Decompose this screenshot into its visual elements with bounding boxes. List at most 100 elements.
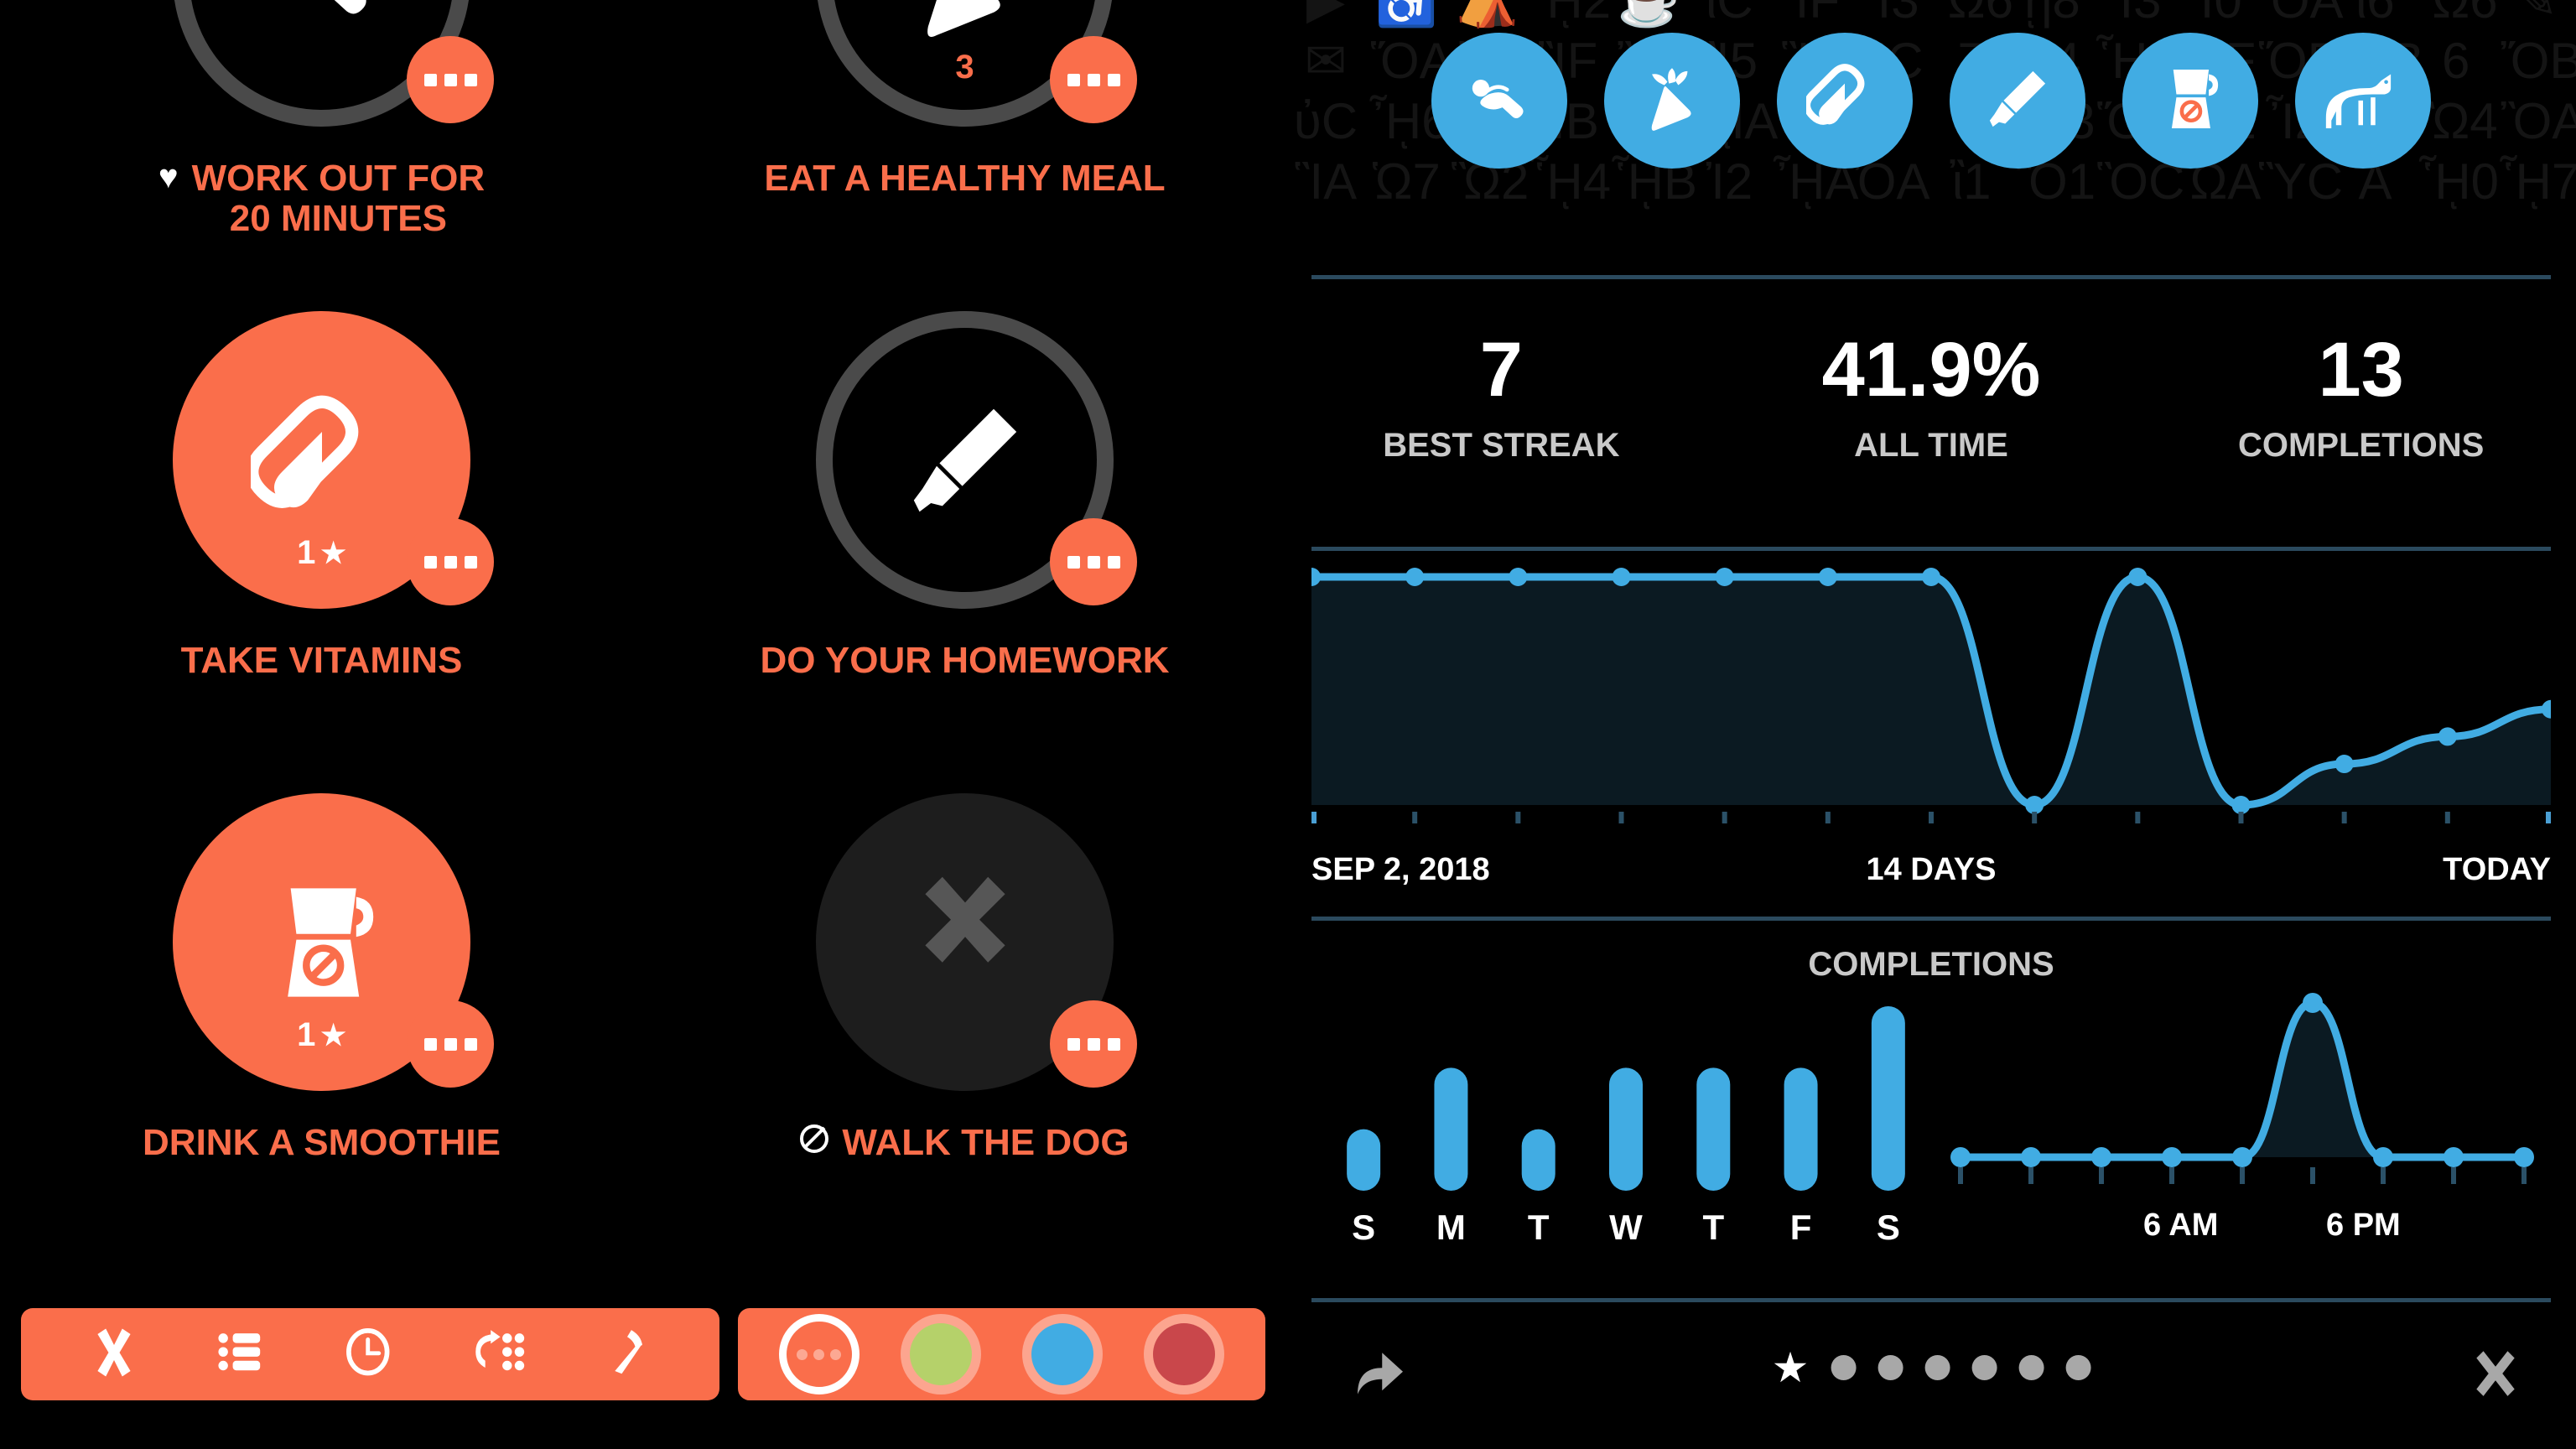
habit-card[interactable]: 1 ★ DRINK A SMOOTHIE <box>0 771 643 1254</box>
chart-point <box>2514 1147 2534 1167</box>
habit-options-button[interactable] <box>407 1000 494 1088</box>
habit-card[interactable]: 1 ★ TAKE VITAMINS <box>0 289 643 771</box>
stat-value: 7 <box>1286 331 1716 408</box>
weekday-label: W <box>1582 1208 1670 1248</box>
streak-history-axis-labels: SEP 2, 2018 14 DAYS TODAY <box>1311 852 2551 888</box>
chart-point <box>2303 993 2323 1013</box>
share-arrow-icon[interactable] <box>1347 1340 1414 1407</box>
bar <box>1696 1067 1730 1191</box>
color-swatch-green[interactable] <box>901 1314 981 1394</box>
chart-point <box>1819 568 1837 586</box>
stat-label: ALL TIME <box>1716 427 2147 465</box>
list-button[interactable] <box>204 1316 281 1393</box>
habit-options-button[interactable] <box>1050 1000 1137 1088</box>
stats-row: 7 BEST STREAK 41.9% ALL TIME 13 COMPLETIONS <box>1286 331 2576 465</box>
habit-star-count: 1 <box>297 534 315 572</box>
hammer-button[interactable] <box>589 1316 666 1393</box>
color-swatch-blue[interactable] <box>1022 1314 1103 1394</box>
clock-button[interactable] <box>332 1316 409 1393</box>
habit-options-button[interactable] <box>1050 36 1137 123</box>
habit-card[interactable]: 3 EAT A HEALTHY MEAL <box>643 0 1286 289</box>
page-indicator[interactable]: ★ <box>1772 1347 2091 1389</box>
axis-tick <box>1412 812 1417 823</box>
divider-top <box>1311 275 2551 279</box>
icon-picker-carrot[interactable] <box>1604 33 1740 169</box>
chart-line <box>1961 1003 2524 1157</box>
color-swatch-red[interactable] <box>1144 1314 1224 1394</box>
habit-options-button[interactable] <box>1050 518 1137 605</box>
habit-label: DRINK A SMOOTHIE <box>143 1123 501 1163</box>
habit-label-line1: DO YOUR HOMEWORK <box>760 641 1169 681</box>
weekday-label: T <box>1670 1208 1757 1248</box>
dog-icon <box>2324 60 2402 142</box>
bar <box>1872 1006 1905 1191</box>
axis-tick <box>1311 812 1317 823</box>
page-dot[interactable] <box>2018 1355 2044 1380</box>
pill-icon <box>1806 60 1883 142</box>
habit-card[interactable]: DO YOUR HOMEWORK <box>643 289 1286 771</box>
icon-picker-highlighter[interactable] <box>1950 33 2085 169</box>
blender-icon <box>2152 60 2229 142</box>
chart-point <box>2162 1147 2182 1167</box>
repeat-button[interactable] <box>460 1316 538 1393</box>
habit-ring[interactable]: 1 ★ <box>173 311 470 609</box>
stat-value: 13 <box>2146 331 2576 408</box>
axis-tick <box>1619 812 1624 823</box>
icon-picker-situp[interactable] <box>1431 33 1567 169</box>
icon-picker-blender[interactable] <box>2122 33 2258 169</box>
bar <box>1522 1130 1555 1191</box>
axis-label-mid: 14 DAYS <box>1867 852 1997 888</box>
axis-tick <box>2032 812 2037 823</box>
habit-label: WALK THE DOG <box>800 1123 1129 1163</box>
habit-ring[interactable] <box>816 793 1114 1091</box>
close-icon[interactable] <box>2464 1342 2527 1405</box>
bar <box>1784 1067 1818 1191</box>
habit-detail-panel: ▶♿⛺ᾜ2☕ἵCἻFἽ3Ὣ6ᾓ8Ἴ3Ἵ0ὋAἵ6Ὢ6✎✉ὍAἺ8ἺFἺEἻ5Ἳ8… <box>1286 0 2576 1449</box>
icon-picker-row <box>1286 25 2576 176</box>
page-dot[interactable] <box>2065 1355 2090 1380</box>
clock-icon <box>345 1327 397 1383</box>
habit-tracker-screen: ♥ WORK OUT FOR 20 MINUTES 3 EAT A HEALTHY ME… <box>0 0 2576 1449</box>
habit-card[interactable]: WALK THE DOG <box>643 771 1286 1254</box>
weekday-label: M <box>1407 1208 1494 1248</box>
axis-tick <box>2099 1167 2104 1184</box>
habit-ring[interactable]: 1 ★ <box>173 793 470 1091</box>
color-toolbar <box>738 1308 1265 1400</box>
habit-star-badge: 1 ★ <box>297 534 346 572</box>
page-dot[interactable] <box>1831 1355 1856 1380</box>
habit-card[interactable]: ♥ WORK OUT FOR 20 MINUTES <box>0 0 643 289</box>
habit-label: TAKE VITAMINS <box>181 641 463 681</box>
habit-ring[interactable] <box>816 311 1114 609</box>
axis-tick <box>1929 812 1934 823</box>
page-dot[interactable] <box>1877 1355 1903 1380</box>
axis-tick <box>1826 812 1831 823</box>
habit-label: ♥ WORK OUT FOR 20 MINUTES <box>158 158 485 238</box>
repeat-icon <box>473 1327 525 1383</box>
close-button[interactable] <box>75 1316 153 1393</box>
chart-point <box>2373 1147 2393 1167</box>
stat-label: COMPLETIONS <box>2146 427 2576 465</box>
star-icon: ★ <box>320 1021 345 1050</box>
chart-point <box>1613 568 1631 586</box>
more-colors-swatch[interactable] <box>779 1314 860 1394</box>
habit-options-button[interactable] <box>407 36 494 123</box>
axis-tick <box>2135 812 2140 823</box>
icon-picker-pill[interactable] <box>1777 33 1913 169</box>
habit-ring[interactable]: 3 <box>816 0 1114 127</box>
weekday-label: S <box>1845 1208 1932 1248</box>
page-dot[interactable] <box>1971 1355 1997 1380</box>
situp-icon <box>1461 60 1538 142</box>
page-dot[interactable] <box>1924 1355 1950 1380</box>
icon-picker-dog[interactable] <box>2295 33 2431 169</box>
bar <box>1347 1130 1380 1191</box>
habit-label-line1: TAKE VITAMINS <box>181 641 463 681</box>
star-icon[interactable]: ★ <box>1772 1347 1810 1389</box>
axis-label-6pm: 6 PM <box>2326 1208 2401 1244</box>
chart-point <box>2025 796 2044 814</box>
habit-ring[interactable] <box>173 0 470 127</box>
divider-charts <box>1311 917 2551 921</box>
axis-tick <box>2239 812 2244 823</box>
chart-point <box>2128 568 2147 586</box>
habit-options-button[interactable] <box>407 518 494 605</box>
ban-icon <box>800 1124 828 1153</box>
